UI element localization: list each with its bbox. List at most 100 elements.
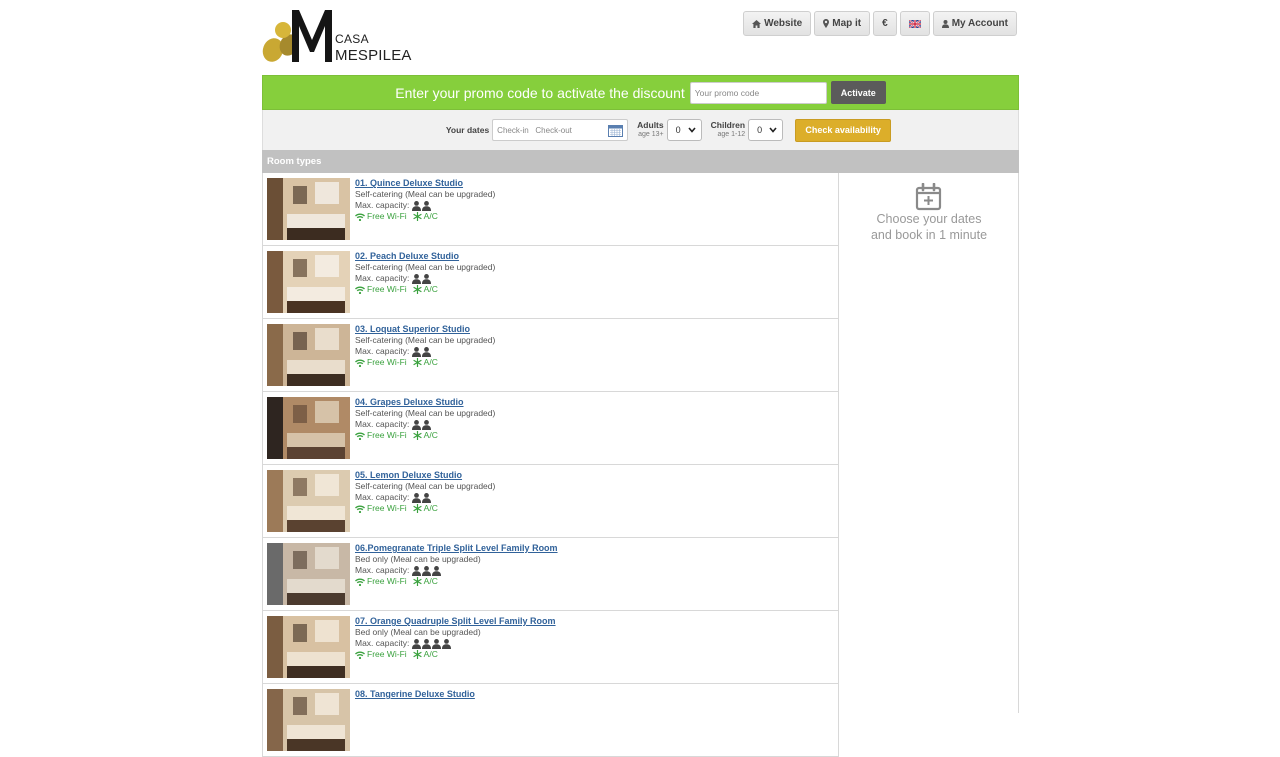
room-name-link[interactable]: 02. Peach Deluxe Studio (355, 251, 495, 262)
room-name-link[interactable]: 01. Quince Deluxe Studio (355, 178, 495, 189)
room-photo[interactable] (267, 251, 350, 313)
ac-amenity: A/C (412, 284, 438, 295)
room-photo[interactable] (267, 616, 350, 678)
max-capacity: Max. capacity: (355, 492, 495, 503)
capacity-icons (412, 200, 432, 211)
person-icon (422, 273, 432, 284)
my-account-button[interactable]: My Account (932, 11, 1017, 36)
adults-select[interactable]: 0 (666, 119, 702, 141)
top-nav: Website Map it € My Account (743, 11, 1017, 36)
room-name-link[interactable]: 07. Orange Quadruple Split Level Family … (355, 616, 556, 627)
room-row: 06.Pomegranate Triple Split Level Family… (263, 538, 838, 611)
capacity-icons (412, 565, 442, 576)
room-row: 05. Lemon Deluxe Studio Self-catering (M… (263, 465, 838, 538)
room-photo[interactable] (267, 689, 350, 751)
choose-dates-text: Choose your dates and book in 1 minute (839, 211, 1019, 243)
choose-dates-line2: and book in 1 minute (870, 228, 988, 242)
wifi-icon (355, 213, 365, 221)
person-icon (422, 638, 432, 649)
person-icon (412, 419, 422, 430)
children-select[interactable]: 0 (748, 119, 784, 141)
person-icon (422, 419, 432, 430)
logo-name-text: MESPILEA (335, 47, 412, 64)
wifi-icon (355, 359, 365, 367)
meal-plan: Self-catering (Meal can be upgraded) (355, 335, 496, 345)
wifi-icon (355, 651, 365, 659)
room-info: 05. Lemon Deluxe Studio Self-catering (M… (355, 470, 495, 514)
room-photo[interactable] (267, 178, 350, 240)
max-capacity: Max. capacity: (355, 565, 558, 576)
room-name-link[interactable]: 05. Lemon Deluxe Studio (355, 470, 495, 481)
snowflake-icon (412, 212, 422, 221)
page-container: CASA MESPILEA Website Map it € My Accoun… (262, 0, 1019, 757)
wifi-label: Free Wi-Fi (367, 576, 407, 586)
ac-amenity: A/C (412, 576, 438, 587)
room-photo[interactable] (267, 543, 350, 605)
map-it-button[interactable]: Map it (814, 11, 871, 36)
ac-label: A/C (423, 430, 438, 440)
wifi-label: Free Wi-Fi (367, 430, 407, 440)
room-info: 02. Peach Deluxe Studio Self-catering (M… (355, 251, 495, 295)
room-info: 01. Quince Deluxe Studio Self-catering (… (355, 178, 495, 222)
amenities: Free Wi-Fi A/C (355, 649, 556, 660)
capacity-icons (412, 492, 432, 503)
currency-button[interactable]: € (873, 11, 897, 36)
ac-amenity: A/C (412, 357, 438, 368)
currency-label: € (882, 18, 888, 29)
home-icon (752, 19, 762, 28)
max-capacity: Max. capacity: (355, 419, 495, 430)
amenities: Free Wi-Fi A/C (355, 503, 495, 514)
website-button[interactable]: Website (743, 11, 812, 36)
room-photo[interactable] (267, 397, 350, 459)
logo-casa-text: CASA (335, 32, 369, 46)
children-value: 0 (757, 125, 763, 135)
logo[interactable]: CASA MESPILEA (262, 8, 412, 66)
max-capacity: Max. capacity: (355, 273, 495, 284)
meal-plan: Self-catering (Meal can be upgraded) (355, 189, 496, 199)
promo-code-input[interactable] (689, 81, 827, 104)
person-icon (412, 200, 422, 211)
dates-label: Your dates (445, 125, 490, 135)
meal-plan: Self-catering (Meal can be upgraded) (355, 262, 496, 272)
wifi-icon (355, 432, 365, 440)
capacity-icons (412, 273, 432, 284)
person-icon (412, 492, 422, 503)
meal-plan: Self-catering (Meal can be upgraded) (355, 408, 496, 418)
choose-dates-line1: Choose your dates (876, 212, 982, 226)
booking-sidebar: Choose your dates and book in 1 minute (839, 173, 1019, 713)
activate-button[interactable]: Activate (830, 81, 886, 104)
capacity-icons (412, 638, 452, 649)
room-list: 01. Quince Deluxe Studio Self-catering (… (262, 173, 839, 757)
person-icon (412, 565, 422, 576)
max-capacity: Max. capacity: (355, 346, 495, 357)
wifi-icon (355, 286, 365, 294)
ac-amenity: A/C (412, 503, 438, 514)
person-icon (412, 638, 422, 649)
room-name-link[interactable]: 04. Grapes Deluxe Studio (355, 397, 495, 408)
capacity-label: Max. capacity: (355, 419, 410, 429)
room-photo[interactable] (267, 324, 350, 386)
room-row: 02. Peach Deluxe Studio Self-catering (M… (263, 246, 838, 319)
ac-label: A/C (423, 211, 438, 221)
uk-flag-icon (908, 19, 921, 28)
person-icon (422, 200, 432, 211)
calendar-icon[interactable] (608, 124, 624, 137)
room-photo[interactable] (267, 470, 350, 532)
language-button[interactable] (899, 11, 930, 36)
dates-input[interactable]: Check-in Check-out (492, 119, 629, 141)
promo-text: Enter your promo code to activate the di… (395, 84, 685, 101)
adults-label: Adults (637, 120, 664, 130)
room-name-link[interactable]: 03. Loquat Superior Studio (355, 324, 495, 335)
snowflake-icon (412, 577, 422, 586)
room-info: 06.Pomegranate Triple Split Level Family… (355, 543, 558, 587)
ac-amenity: A/C (412, 211, 438, 222)
room-row: 03. Loquat Superior Studio Self-catering… (263, 319, 838, 392)
check-availability-button[interactable]: Check availability (795, 118, 892, 142)
room-name-link[interactable]: 06.Pomegranate Triple Split Level Family… (355, 543, 558, 554)
promo-bar: Enter your promo code to activate the di… (262, 75, 1019, 110)
snowflake-icon (412, 504, 422, 513)
adults-value: 0 (675, 125, 681, 135)
amenities: Free Wi-Fi A/C (355, 284, 495, 295)
wifi-label: Free Wi-Fi (367, 503, 407, 513)
max-capacity: Max. capacity: (355, 638, 556, 649)
